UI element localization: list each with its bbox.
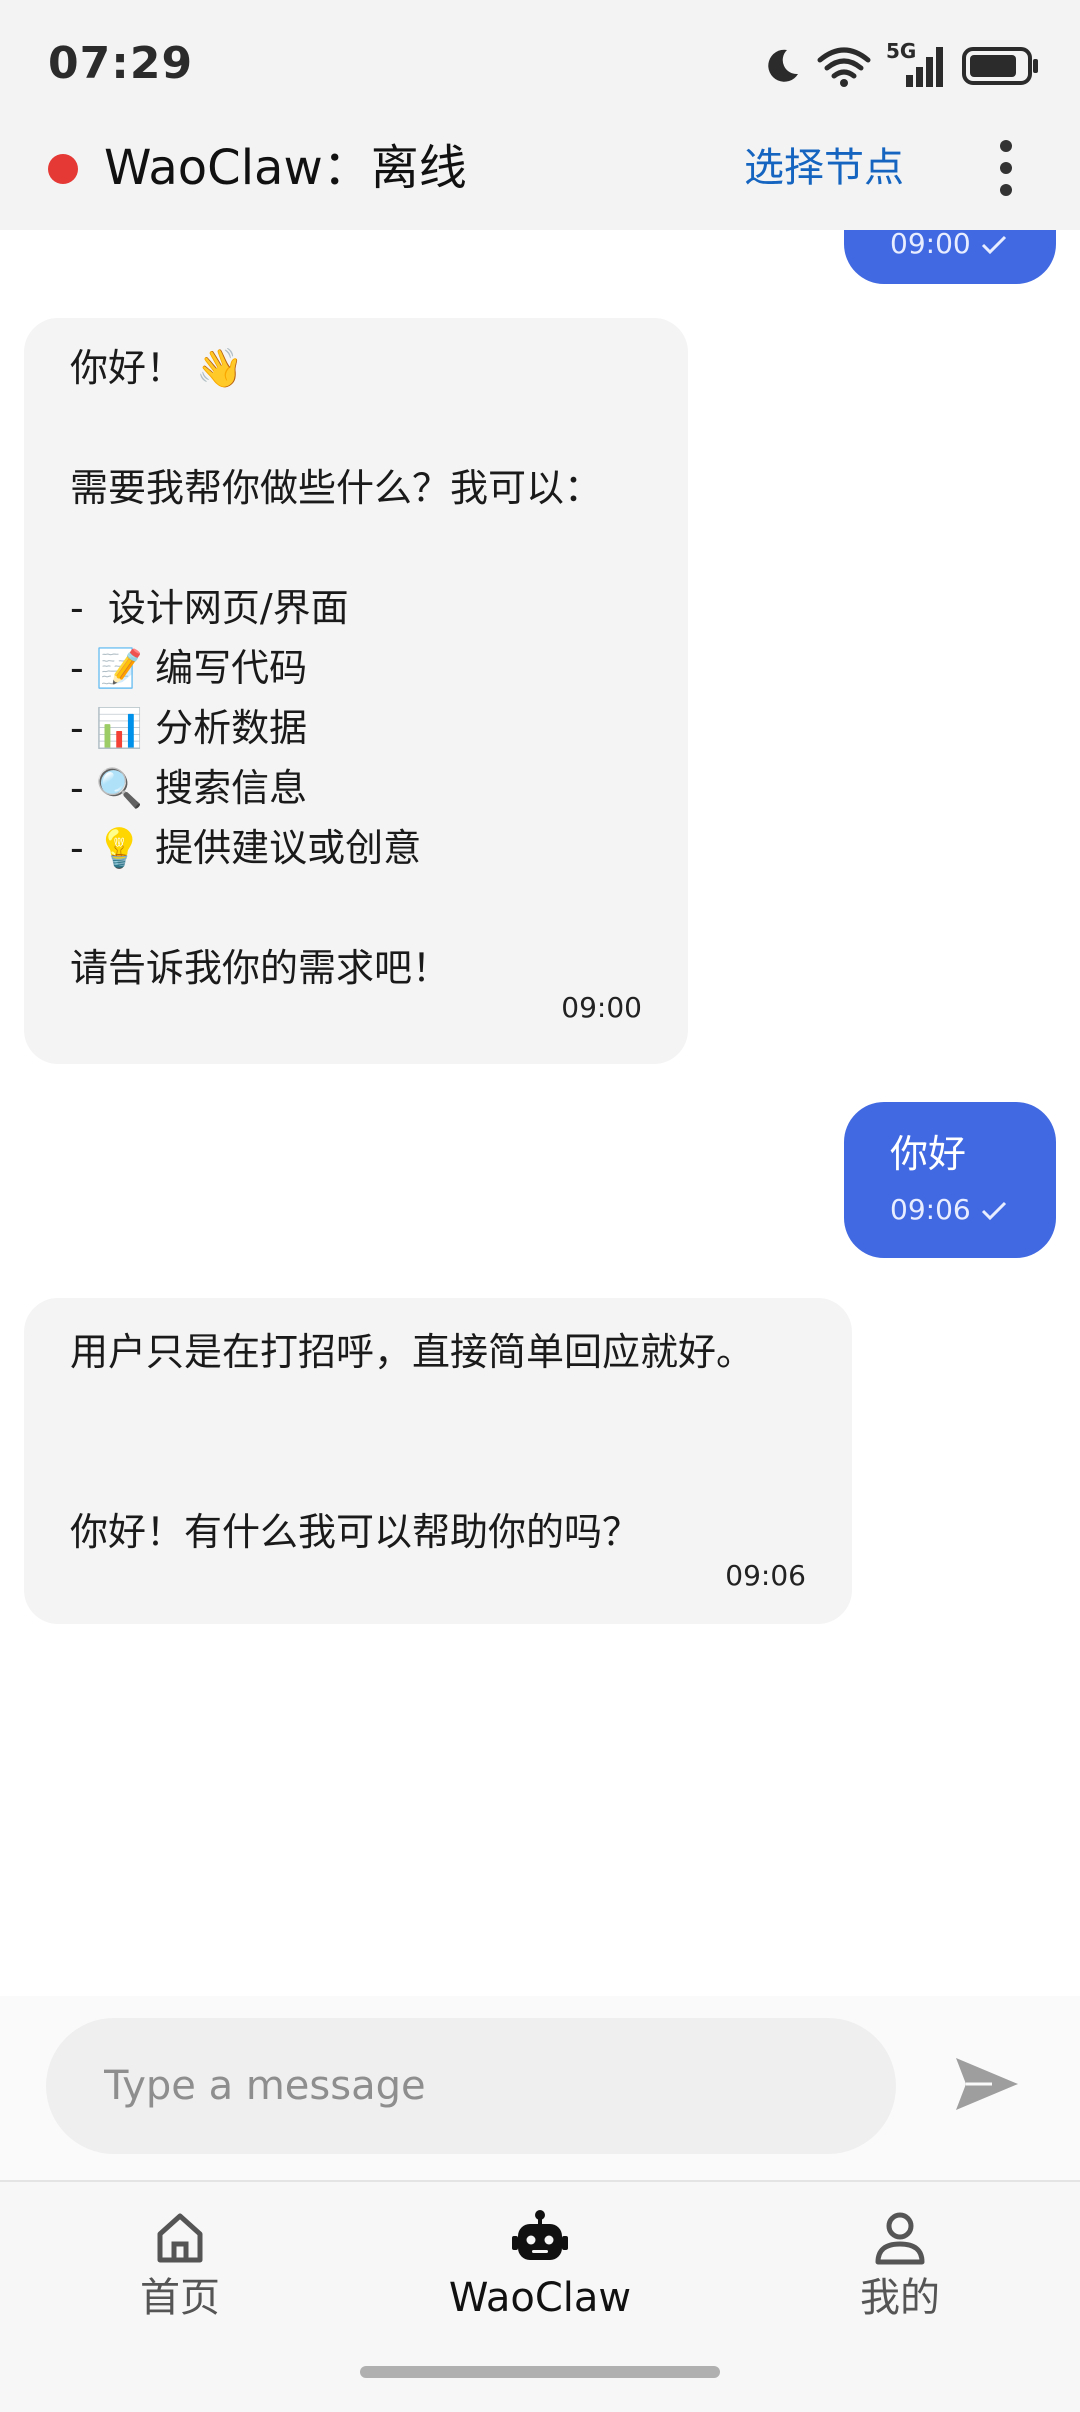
message-bubble-bot: 用户只是在打招呼，直接简单回应就好。 你好！有什么我可以帮助你的吗？ 09:06 — [24, 1298, 852, 1624]
message-time: 09:00 — [561, 991, 642, 1024]
status-icons: 5G — [762, 39, 1040, 90]
message-input[interactable] — [46, 2018, 896, 2154]
robot-icon — [512, 2210, 568, 2260]
home-indicator — [360, 2366, 720, 2378]
connection-status-dot — [48, 154, 78, 184]
message-time: 09:00 — [890, 230, 1007, 262]
message-time-text: 09:06 — [890, 1193, 971, 1226]
message-input-bar — [0, 1996, 1080, 2180]
message-time: 09:06 — [890, 1192, 1007, 1228]
nav-label: WaoClaw — [448, 2275, 632, 2321]
nav-label: 我的 — [860, 2275, 940, 2321]
wifi-icon — [817, 47, 871, 87]
check-icon — [981, 235, 1006, 255]
nav-label: 首页 — [140, 2275, 220, 2321]
nav-item-home[interactable]: 首页 — [50, 2208, 310, 2338]
message-time: 09:06 — [725, 1559, 806, 1592]
cellular-signal-icon: 5G — [886, 39, 948, 89]
check-icon — [981, 1201, 1006, 1221]
message-bubble-user: 09:00 — [844, 230, 1056, 284]
more-vertical-icon[interactable] — [988, 138, 1024, 198]
message-text: 用户只是在打招呼，直接简单回应就好。 你好！有什么我可以帮助你的吗？ — [70, 1330, 755, 1554]
message-text: 你好！ 👋 需要我帮你做些什么？我可以： - 设计网页/界面 - 📝 编写代码 … — [70, 346, 603, 990]
send-icon[interactable] — [952, 2052, 1022, 2116]
status-time: 07:29 — [48, 38, 194, 89]
app-header: WaoClaw：离线 选择节点 — [0, 120, 1080, 230]
user-icon — [875, 2212, 925, 2265]
page-title: WaoClaw：离线 — [104, 140, 467, 196]
moon-icon — [768, 49, 798, 82]
select-node-button[interactable]: 选择节点 — [744, 136, 904, 200]
message-text: 你好 — [890, 1132, 967, 1176]
chat-messages[interactable]: 09:00 你好！ 👋 需要我帮你做些什么？我可以： - 设计网页/界面 - 📝… — [0, 230, 1080, 1996]
battery-icon — [962, 47, 1038, 85]
home-icon — [157, 2213, 203, 2263]
message-time-text: 09:00 — [890, 230, 971, 260]
nav-item-profile[interactable]: 我的 — [770, 2208, 1030, 2338]
status-bar: 07:29 5G — [0, 0, 1080, 120]
message-bubble-user: 你好 09:06 — [844, 1102, 1056, 1258]
message-bubble-bot: 你好！ 👋 需要我帮你做些什么？我可以： - 设计网页/界面 - 📝 编写代码 … — [24, 318, 688, 1064]
nav-item-waoclaw[interactable]: WaoClaw — [410, 2208, 670, 2338]
